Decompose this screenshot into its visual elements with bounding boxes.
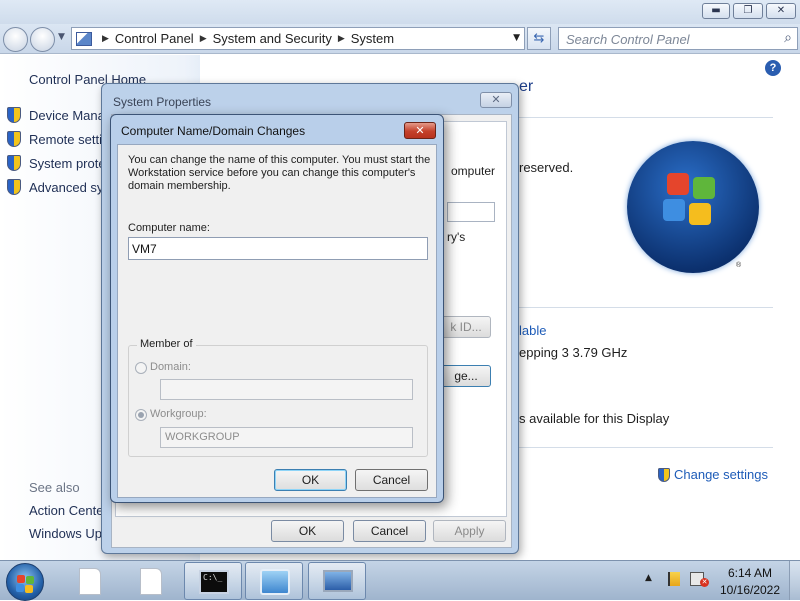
taskbar-control-panel[interactable] [245,562,303,600]
page-heading: er [519,78,534,95]
workgroup-label: Workgroup: [150,408,207,420]
back-button[interactable] [3,27,28,52]
divider [519,307,773,308]
minimize-button[interactable]: ▬ [702,3,730,19]
windows-update-link[interactable]: Windows Upc [29,526,108,541]
search-input[interactable]: Search Control Panel ⌕ [558,27,798,50]
advanced-system-settings-label: Advanced sys [29,179,110,195]
computer-name-input[interactable] [128,237,428,260]
apply-button[interactable]: Apply [433,520,506,542]
divider [519,117,773,118]
full-name-text: ry's [447,230,466,244]
change-settings-link[interactable]: Change settings [658,467,768,482]
maximize-button[interactable]: ❐ [733,3,763,19]
intro-text: You can change the name of this computer… [128,154,431,192]
computer-name-domain-changes-dialog: Computer Name/Domain Changes ✕ You can c… [110,114,444,503]
breadcrumb-control-panel[interactable]: Control Panel [115,31,194,46]
close-button[interactable]: ✕ [404,122,436,139]
breadcrumb-separator[interactable]: ▶ [200,34,207,44]
breadcrumb-system[interactable]: System [351,31,394,46]
registered-mark: ® [736,262,742,269]
navigation-bar: ▼ ▶ Control Panel ▶ System and Security … [0,24,800,54]
advanced-system-settings-link[interactable]: Advanced sys [7,179,110,195]
pen-touch-value: s available for this Display [519,411,670,426]
command-prompt-icon: C:\_ [199,570,229,594]
dialog-body: You can change the name of this computer… [117,144,437,498]
computer-name-label: Computer name: [128,222,210,234]
device-manager-link[interactable]: Device Manag [7,107,112,123]
remote-settings-link[interactable]: Remote settir [7,131,106,147]
taskbar: C:\_ ▲ ✕ 6:14 AM 10/16/2022 [0,560,800,601]
system-protection-link[interactable]: System prote [7,155,106,171]
control-panel-icon [260,569,290,595]
clock-date[interactable]: 10/16/2022 [716,583,784,597]
control-panel-icon [76,31,92,46]
shield-icon [7,107,21,123]
dialog-title: System Properties [113,95,212,109]
breadcrumb-separator[interactable]: ▶ [338,34,345,44]
member-of-legend: Member of [137,338,196,350]
system-protection-label: System prote [29,155,106,171]
windows-logo-icon [627,141,759,273]
help-icon[interactable]: ? [765,60,781,76]
rating-link[interactable]: lable [519,323,546,338]
shield-icon [7,179,21,195]
action-center-flag-icon[interactable] [668,572,680,586]
see-also-heading: See also [29,480,80,495]
show-desktop-button[interactable] [789,561,800,600]
cancel-button[interactable]: Cancel [355,469,428,491]
shield-icon [7,155,21,171]
domain-radio[interactable] [135,362,147,374]
clock-time[interactable]: 6:14 AM [720,566,780,580]
shield-icon [7,131,21,147]
breadcrumb-system-and-security[interactable]: System and Security [213,31,332,46]
computer-description-text: omputer [451,164,496,178]
action-center-link[interactable]: Action Cente [29,503,103,518]
dialog-title: Computer Name/Domain Changes [121,124,306,138]
taskbar-document-2[interactable] [121,562,179,600]
search-placeholder: Search Control Panel [566,32,690,47]
address-dropdown-icon[interactable]: ▼ [513,33,520,43]
shield-icon [658,467,670,482]
domain-input[interactable] [160,379,413,400]
change-settings-label: Change settings [674,467,768,482]
divider [519,447,773,448]
close-button[interactable]: ✕ [766,3,796,19]
start-button[interactable] [6,563,44,601]
document-icon [140,568,162,595]
ok-button[interactable]: OK [271,520,344,542]
ok-button[interactable]: OK [274,469,347,491]
copyright-text: reserved. [519,160,574,175]
system-properties-icon [323,570,353,592]
refresh-button[interactable]: ⇆ [527,27,551,50]
change-button[interactable]: ge... [441,365,491,387]
taskbar-document-1[interactable] [60,562,118,600]
close-button[interactable]: ✕ [480,92,512,108]
forward-button[interactable] [30,27,55,52]
domain-label: Domain: [150,361,191,373]
show-hidden-icons-button[interactable]: ▲ [645,573,652,583]
document-icon [79,568,101,595]
workgroup-radio[interactable] [135,409,147,421]
member-of-group: Member of Domain: Workgroup: WORKGROUP [128,338,428,457]
address-bar[interactable]: ▶ Control Panel ▶ System and Security ▶ … [71,27,525,50]
remote-settings-label: Remote settir [29,131,107,147]
device-manager-label: Device Manag [29,107,113,123]
computer-description-input[interactable] [447,202,495,222]
taskbar-system-properties[interactable] [308,562,366,600]
workgroup-input[interactable]: WORKGROUP [160,427,413,448]
network-error-icon: ✕ [700,578,709,587]
cancel-button[interactable]: Cancel [353,520,426,542]
taskbar-command-prompt[interactable]: C:\_ [184,562,242,600]
processor-value: epping 3 3.79 GHz [519,345,628,360]
recent-pages-dropdown-icon[interactable]: ▼ [58,32,65,42]
breadcrumb-separator[interactable]: ▶ [102,34,109,44]
search-icon[interactable]: ⌕ [784,30,792,46]
window-title-bar: ▬ ❐ ✕ [0,0,800,24]
network-id-button[interactable]: k ID... [441,316,491,338]
